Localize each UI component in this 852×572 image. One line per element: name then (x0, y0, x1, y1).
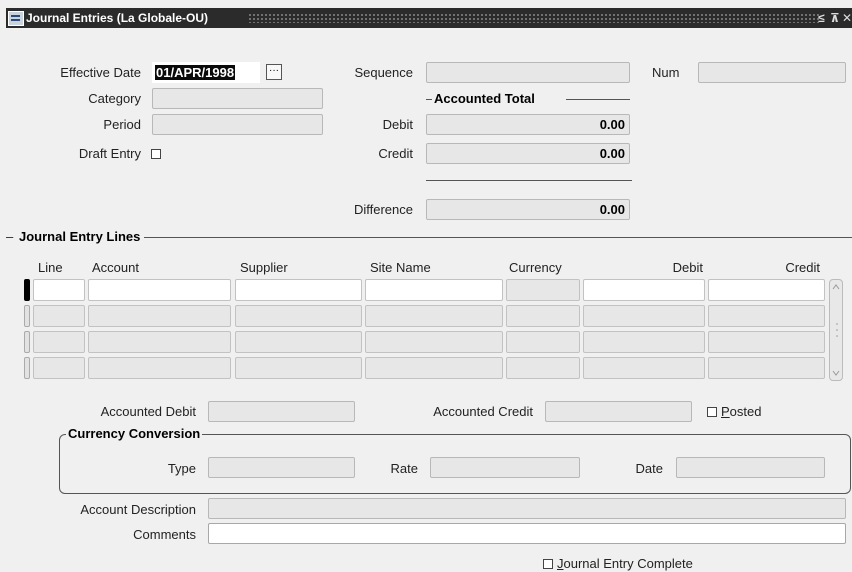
comments-label: Comments (133, 527, 196, 542)
col-header-line: Line (38, 260, 63, 275)
num-field[interactable] (698, 62, 846, 83)
col-header-currency: Currency (509, 260, 562, 275)
supplier-cell[interactable] (235, 279, 362, 301)
accounted-total-rule-right (566, 99, 630, 100)
type-label: Type (167, 461, 196, 476)
site-name-cell[interactable] (365, 331, 503, 353)
draft-entry-checkbox[interactable] (151, 149, 161, 159)
total-divider (426, 180, 632, 181)
line-cell[interactable] (33, 279, 85, 301)
rate-field[interactable] (430, 457, 580, 478)
site-name-cell[interactable] (365, 305, 503, 327)
line-cell[interactable] (33, 357, 85, 379)
currency-cell[interactable] (506, 279, 580, 301)
journal-entry-complete-checkbox[interactable] (543, 559, 553, 569)
account-description-field[interactable] (208, 498, 846, 519)
row-indicator[interactable] (24, 331, 30, 353)
row-indicator-current[interactable] (24, 279, 30, 301)
difference-label: Difference (353, 202, 413, 217)
lines-section-title: Journal Entry Lines (15, 229, 145, 244)
supplier-cell[interactable] (235, 305, 362, 327)
type-field[interactable] (208, 457, 355, 478)
draft-entry-label: Draft Entry (78, 146, 141, 161)
currency-cell[interactable] (506, 357, 580, 379)
col-header-supplier: Supplier (240, 260, 288, 275)
category-label: Category (88, 91, 141, 106)
scrollbar-arrows-icon (832, 284, 840, 376)
col-header-debit: Debit (672, 260, 703, 275)
site-name-cell[interactable] (365, 357, 503, 379)
col-header-site-name: Site Name (370, 260, 431, 275)
period-field[interactable] (152, 114, 323, 135)
total-debit-field[interactable]: 0.00 (426, 114, 630, 135)
accounted-total-heading: Accounted Total (434, 91, 535, 106)
posted-label: Posted (721, 404, 762, 419)
account-cell[interactable] (88, 279, 231, 301)
accounted-credit-label: Accounted Credit (433, 404, 533, 419)
debit-cell[interactable] (583, 279, 705, 301)
title-bar-grip (248, 13, 820, 23)
account-description-label: Account Description (80, 502, 196, 517)
app-icon (8, 11, 24, 26)
currency-conversion-title: Currency Conversion (66, 426, 203, 441)
window-title: Journal Entries (La Globale-OU) (26, 11, 209, 25)
maximize-icon[interactable]: ⊼ (830, 8, 840, 28)
debit-cell[interactable] (583, 305, 705, 327)
credit-cell[interactable] (708, 305, 825, 327)
minimize-icon[interactable]: ≤ (818, 8, 825, 28)
conversion-date-field[interactable] (676, 457, 825, 478)
col-header-credit: Credit (785, 260, 820, 275)
debit-cell[interactable] (583, 357, 705, 379)
sequence-field[interactable] (426, 62, 630, 83)
posted-checkbox[interactable] (707, 407, 717, 417)
supplier-cell[interactable] (235, 357, 362, 379)
debit-label: Debit (382, 117, 413, 132)
category-field[interactable] (152, 88, 323, 109)
account-cell[interactable] (88, 357, 231, 379)
comments-field[interactable] (208, 523, 846, 544)
account-cell[interactable] (88, 331, 231, 353)
accounted-debit-label: Accounted Debit (100, 404, 196, 419)
effective-date-label: Effective Date (60, 65, 141, 80)
credit-cell[interactable] (708, 357, 825, 379)
num-label: Num (652, 65, 680, 80)
row-indicator[interactable] (24, 357, 30, 379)
line-cell[interactable] (33, 305, 85, 327)
accounted-total-rule-left (426, 99, 432, 100)
total-credit-field[interactable]: 0.00 (426, 143, 630, 164)
col-header-account: Account (92, 260, 139, 275)
account-cell[interactable] (88, 305, 231, 327)
accounted-credit-field[interactable] (545, 401, 692, 422)
effective-date-field[interactable]: 01/APR/1998 (152, 62, 260, 83)
journal-entry-complete-label: Journal Entry Complete (557, 556, 693, 571)
lines-scrollbar[interactable] (829, 279, 843, 381)
credit-cell[interactable] (708, 331, 825, 353)
date-picker-button[interactable]: ··· (266, 64, 282, 80)
date-label: Date (635, 461, 663, 476)
credit-label: Credit (378, 146, 413, 161)
debit-cell[interactable] (583, 331, 705, 353)
difference-field[interactable]: 0.00 (426, 199, 630, 220)
close-icon[interactable]: ✕ (842, 8, 852, 28)
window-title-bar[interactable]: Journal Entries (La Globale-OU) ≤ ⊼ ✕ (6, 8, 852, 28)
site-name-cell[interactable] (365, 279, 503, 301)
line-cell[interactable] (33, 331, 85, 353)
period-label: Period (103, 117, 141, 132)
credit-cell[interactable] (708, 279, 825, 301)
effective-date-value: 01/APR/1998 (155, 65, 236, 80)
row-indicator[interactable] (24, 305, 30, 327)
rate-label: Rate (390, 461, 418, 476)
sequence-label: Sequence (354, 65, 413, 80)
currency-cell[interactable] (506, 305, 580, 327)
accounted-debit-field[interactable] (208, 401, 355, 422)
supplier-cell[interactable] (235, 331, 362, 353)
currency-cell[interactable] (506, 331, 580, 353)
